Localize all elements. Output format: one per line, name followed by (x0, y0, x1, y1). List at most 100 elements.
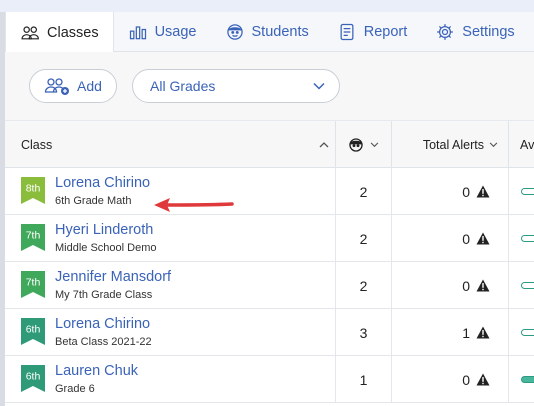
class-teacher-link[interactable]: Hyeri Linderoth (55, 222, 153, 238)
column-header-average[interactable]: Av (508, 121, 534, 169)
total-alerts-cell: 1 (391, 309, 508, 356)
grade-label: 8th (26, 183, 41, 195)
smiley-face-icon (226, 24, 243, 40)
people-icon (21, 25, 39, 39)
alerts-count: 1 (462, 324, 470, 341)
class-teacher-link[interactable]: Lauren Chuk (55, 363, 138, 379)
table-row[interactable]: 6th Lorena Chirino Beta Class 2021-22 3 … (5, 309, 534, 356)
table-row[interactable]: 8th Lorena Chirino 6th Grade Math 2 0 (5, 168, 534, 215)
gear-icon (437, 24, 454, 40)
classes-table: Class Total Alerts Av 8th Lorena Chirino… (5, 120, 534, 406)
tab-classes[interactable]: Classes (5, 12, 114, 53)
tab-students[interactable]: Students (211, 12, 323, 52)
class-name: Beta Class 2021-22 (55, 336, 152, 348)
main-tabs: Classes Usage Students Report Settings (5, 12, 534, 53)
alerts-count: 0 (462, 371, 470, 388)
table-row[interactable]: 7th Hyeri Linderoth Middle School Demo 2… (5, 215, 534, 262)
total-alerts-cell: 0 (391, 215, 508, 262)
total-alerts-cell: 0 (391, 168, 508, 215)
students-count-cell: 3 (335, 309, 391, 356)
table-row[interactable]: 6th Lauren Chuk Grade 6 1 0 (5, 356, 534, 403)
table-row[interactable]: 7th Jennifer Mansdorf My 7th Grade Class… (5, 262, 534, 309)
grades-select[interactable]: All Grades (132, 69, 340, 103)
tab-label: Report (363, 24, 408, 40)
grade-label: 6th (26, 324, 41, 336)
tab-report[interactable]: Report (323, 12, 422, 52)
alerts-count: 0 (462, 277, 470, 294)
average-cell (508, 215, 534, 262)
sort-up-icon (319, 142, 329, 148)
average-bar (521, 376, 534, 383)
grade-label: 7th (26, 277, 41, 289)
average-bar (521, 282, 534, 289)
tab-label: Classes (47, 24, 99, 41)
students-count-cell: 1 (335, 356, 391, 403)
grade-ribbon-badge: 8th (21, 177, 45, 204)
students-count-cell: 2 (335, 215, 391, 262)
chevron-down-icon (370, 142, 379, 148)
class-cell: 7th Hyeri Linderoth Middle School Demo (5, 215, 335, 262)
average-cell (508, 356, 534, 403)
add-class-button[interactable]: Add (29, 69, 117, 103)
student-face-icon (349, 138, 363, 152)
class-cell: 6th Lauren Chuk Grade 6 (5, 356, 335, 403)
report-icon (340, 23, 354, 41)
tab-label: Usage (154, 24, 197, 40)
grade-ribbon-badge: 7th (21, 224, 45, 251)
grade-ribbon-badge: 7th (21, 271, 45, 298)
column-header-total-alerts[interactable]: Total Alerts (391, 121, 508, 169)
class-name: 6th Grade Math (55, 195, 132, 207)
class-teacher-link[interactable]: Lorena Chirino (55, 316, 150, 332)
column-label: Av (520, 138, 534, 152)
class-teacher-link[interactable]: Jennifer Mansdorf (55, 269, 171, 285)
grade-label: 7th (26, 230, 41, 242)
students-count: 2 (359, 230, 368, 247)
add-people-icon (44, 78, 70, 95)
average-cell (508, 309, 534, 356)
window-top-strip (0, 0, 534, 12)
column-label: Total Alerts (422, 138, 484, 152)
students-count: 3 (359, 324, 368, 341)
average-bar (521, 188, 534, 195)
average-cell (508, 168, 534, 215)
students-count: 1 (359, 371, 368, 388)
alert-warning-icon[interactable] (476, 373, 490, 386)
alert-warning-icon[interactable] (476, 232, 490, 245)
tab-label: Settings (462, 24, 515, 40)
tab-settings[interactable]: Settings (421, 12, 528, 52)
toolbar: Add All Grades (5, 52, 534, 120)
column-header-students[interactable] (335, 121, 391, 169)
class-name: My 7th Grade Class (55, 289, 153, 301)
class-name: Grade 6 (55, 383, 95, 395)
tab-usage[interactable]: Usage (114, 12, 211, 52)
add-button-label: Add (77, 78, 102, 94)
alerts-count: 0 (462, 183, 470, 200)
students-count: 2 (359, 277, 368, 294)
students-count-cell: 2 (335, 168, 391, 215)
grade-ribbon-badge: 6th (21, 318, 45, 345)
class-teacher-link[interactable]: Lorena Chirino (55, 175, 150, 191)
chevron-down-icon (489, 142, 498, 148)
grades-select-value: All Grades (150, 78, 216, 94)
alert-warning-icon[interactable] (476, 279, 490, 292)
bar-chart-icon (129, 26, 146, 40)
students-count-cell: 2 (335, 262, 391, 309)
grade-label: 6th (26, 371, 41, 383)
alert-warning-icon[interactable] (476, 326, 490, 339)
alerts-count: 0 (462, 230, 470, 247)
table-header: Class Total Alerts Av (5, 120, 534, 169)
column-header-class[interactable]: Class (21, 121, 331, 169)
chevron-down-icon (313, 82, 325, 90)
total-alerts-cell: 0 (391, 356, 508, 403)
total-alerts-cell: 0 (391, 262, 508, 309)
average-bar (521, 235, 534, 242)
alert-warning-icon[interactable] (476, 185, 490, 198)
class-cell: 7th Jennifer Mansdorf My 7th Grade Class (5, 262, 335, 309)
students-count: 2 (359, 183, 368, 200)
average-cell (508, 262, 534, 309)
class-name: Middle School Demo (55, 242, 157, 254)
grade-ribbon-badge: 6th (21, 365, 45, 392)
class-cell: 6th Lorena Chirino Beta Class 2021-22 (5, 309, 335, 356)
annotation-arrow-icon (154, 198, 234, 212)
average-bar (521, 329, 534, 336)
